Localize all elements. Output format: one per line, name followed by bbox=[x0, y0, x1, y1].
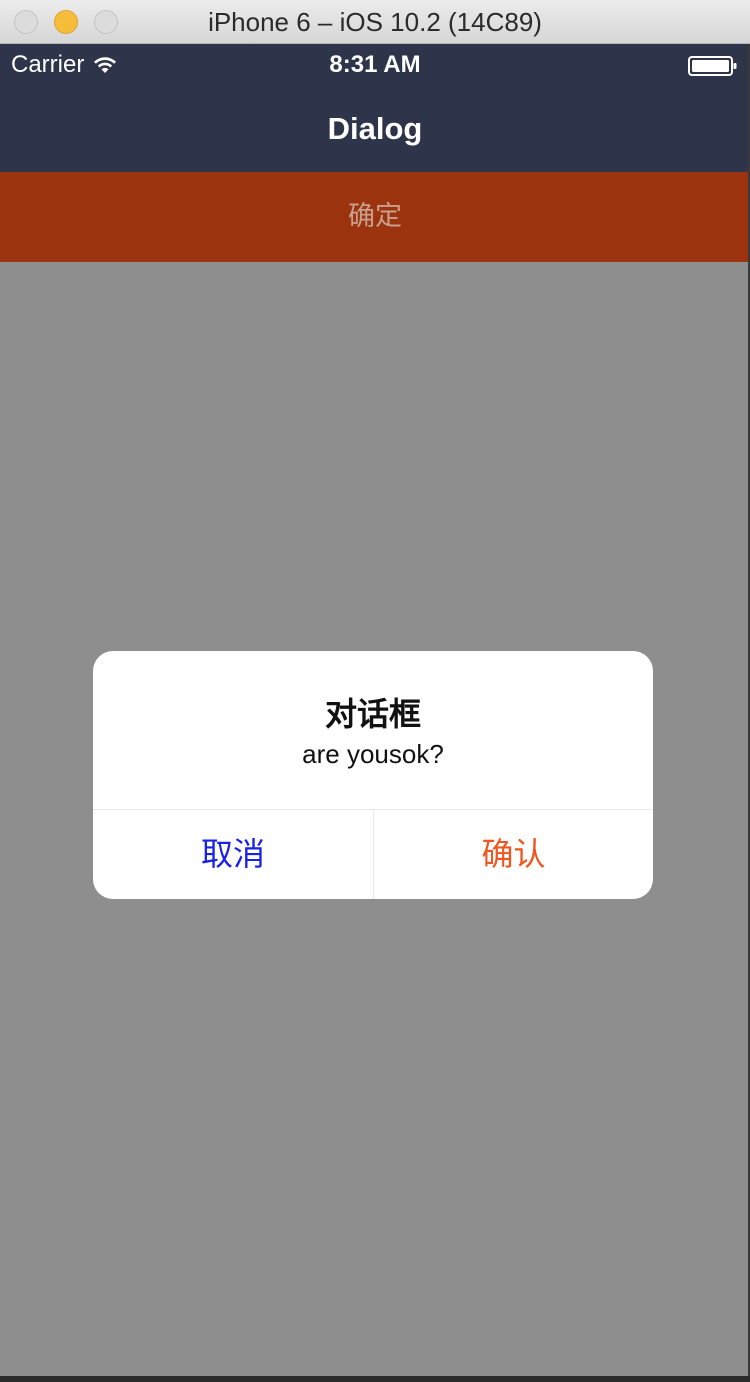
dialog-title: 对话框 bbox=[324, 695, 421, 733]
cancel-button[interactable]: 取消 bbox=[93, 810, 373, 899]
nav-title: Dialog bbox=[327, 111, 423, 146]
navigation-bar: Dialog bbox=[0, 86, 750, 172]
confirm-button[interactable]: 确定 bbox=[0, 172, 750, 262]
dialog-message: are yousok? bbox=[302, 739, 444, 769]
ok-button[interactable]: 确认 bbox=[373, 810, 653, 899]
status-time: 8:31 AM bbox=[329, 51, 421, 78]
window-titlebar: iPhone 6 – iOS 10.2 (14C89) bbox=[0, 0, 750, 44]
window-title: iPhone 6 – iOS 10.2 (14C89) bbox=[208, 7, 542, 37]
simulator-window: iPhone 6 – iOS 10.2 (14C89) Carrier 8:31… bbox=[0, 0, 750, 1382]
status-bar: Carrier 8:31 AM bbox=[0, 44, 750, 86]
window-bottom-edge bbox=[0, 1376, 750, 1382]
alert-dialog: 对话框 are yousok? 取消 确认 bbox=[93, 651, 653, 899]
battery-icon bbox=[688, 56, 737, 76]
